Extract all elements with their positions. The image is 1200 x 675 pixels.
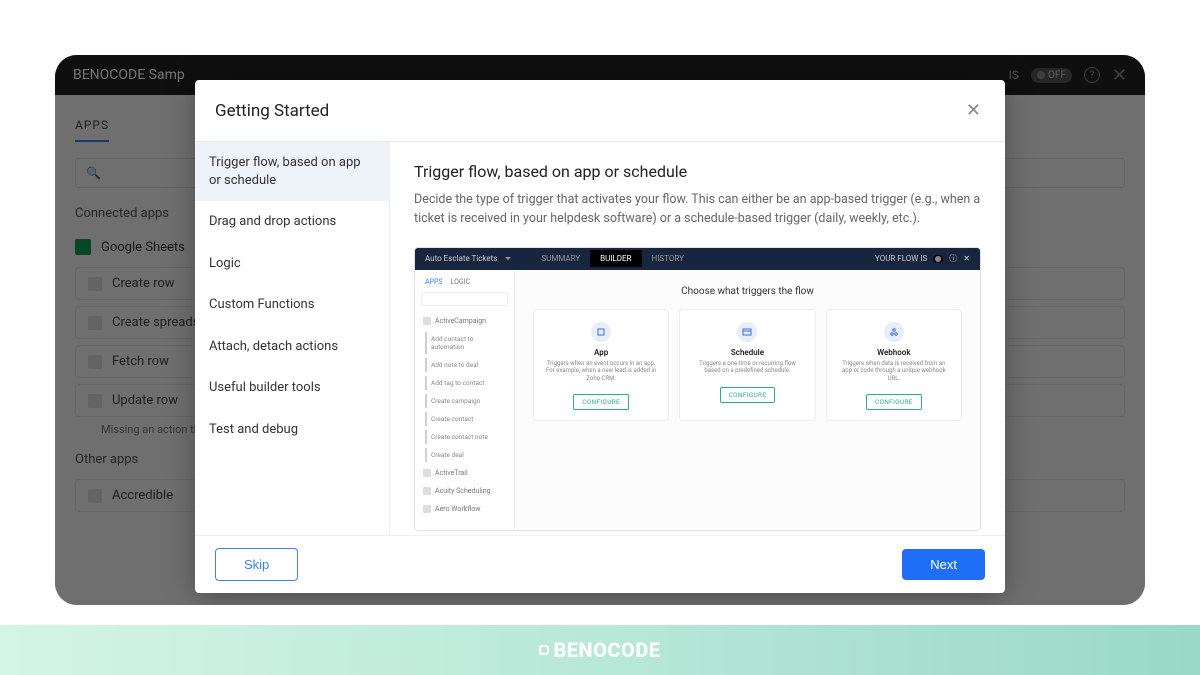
modal-content: Trigger flow, based on app or schedule D… [390, 142, 1005, 535]
modal-footer: Skip Next [195, 535, 1005, 593]
step-description: Decide the type of trigger that activate… [414, 191, 981, 229]
canvas-heading: Choose what triggers the flow [533, 286, 962, 297]
step-title: Trigger flow, based on app or schedule [414, 162, 981, 181]
preview-action[interactable]: Add contact to automation [425, 332, 508, 354]
configure-button[interactable]: CONFIGURE [866, 394, 922, 410]
app-trigger-icon [591, 322, 611, 342]
modal-close-icon[interactable]: ✕ [962, 96, 985, 125]
preview-canvas: Choose what triggers the flow App Trigge… [515, 270, 980, 530]
benocode-logo: BENOCODE [539, 638, 660, 662]
nav-item-drag[interactable]: Drag and drop actions [195, 201, 389, 243]
preview-action[interactable]: Create deal [425, 448, 508, 462]
page-footer: BENOCODE [0, 625, 1200, 675]
preview-topbar: Auto Esclate Tickets SUMMARY BUILDER HIS… [415, 248, 980, 270]
preview-tab-history[interactable]: HISTORY [642, 250, 694, 267]
preview-flow-toggle[interactable] [933, 255, 943, 263]
preview-action[interactable]: Create campaign [425, 394, 508, 408]
modal-header: Getting Started ✕ [195, 80, 1005, 142]
trigger-card-app: App Triggers when an event occurs in an … [533, 309, 669, 421]
getting-started-modal: Getting Started ✕ Trigger flow, based on… [195, 80, 1005, 593]
trigger-card-schedule: Schedule Triggers a one-time or recurrin… [679, 309, 815, 421]
preview-action[interactable]: Create contact note [425, 430, 508, 444]
nav-item-test-debug[interactable]: Test and debug [195, 409, 389, 451]
nav-item-custom-functions[interactable]: Custom Functions [195, 284, 389, 326]
configure-button[interactable]: CONFIGURE [720, 387, 776, 403]
skip-button[interactable]: Skip [215, 548, 298, 581]
preview-search-input[interactable] [421, 292, 508, 306]
preview-app-item[interactable]: Aero Workflow [421, 502, 508, 516]
configure-button[interactable]: CONFIGURE [573, 394, 629, 410]
preview-sidebar: APPS LOGIC ActiveCampaign Add contact to… [415, 270, 515, 530]
preview-sidebar-tab-logic[interactable]: LOGIC [451, 278, 471, 286]
schedule-trigger-icon [737, 322, 757, 342]
logo-icon [539, 645, 549, 655]
nav-item-logic[interactable]: Logic [195, 243, 389, 285]
trigger-card-webhook: Webhook Triggers when data is received f… [826, 309, 962, 421]
preview-flow-name[interactable]: Auto Esclate Tickets [425, 254, 511, 263]
preview-close-icon[interactable]: ✕ [963, 254, 970, 263]
preview-app-item[interactable]: Acuity Scheduling [421, 484, 508, 498]
app-icon [423, 487, 431, 495]
webhook-trigger-icon [884, 322, 904, 342]
preview-flow-is-label: YOUR FLOW IS [875, 254, 927, 263]
preview-app-item[interactable]: ActiveTrail [421, 466, 508, 480]
preview-app-item[interactable]: ActiveCampaign [421, 314, 508, 328]
modal-nav: Trigger flow, based on app or schedule D… [195, 142, 390, 535]
app-icon [423, 469, 431, 477]
preview-action[interactable]: Add note to deal [425, 358, 508, 372]
next-button[interactable]: Next [902, 549, 985, 580]
preview-action[interactable]: Add tag to contact [425, 376, 508, 390]
preview-sidebar-tab-apps[interactable]: APPS [425, 278, 443, 286]
app-icon [423, 317, 431, 325]
nav-item-builder-tools[interactable]: Useful builder tools [195, 367, 389, 409]
preview-action[interactable]: Create contact [425, 412, 508, 426]
nav-item-trigger[interactable]: Trigger flow, based on app or schedule [195, 142, 389, 201]
preview-tab-builder[interactable]: BUILDER [590, 250, 641, 267]
preview-tab-summary[interactable]: SUMMARY [531, 250, 590, 267]
modal-title: Getting Started [215, 101, 329, 121]
nav-item-attach[interactable]: Attach, detach actions [195, 326, 389, 368]
app-icon [423, 505, 431, 513]
preview-help-icon[interactable]: ⓘ [949, 253, 957, 264]
screenshot-frame: BENOCODE Samp IS OFF ? ✕ APPS 🔍 Connecte… [55, 55, 1145, 605]
builder-preview: Auto Esclate Tickets SUMMARY BUILDER HIS… [414, 247, 981, 531]
